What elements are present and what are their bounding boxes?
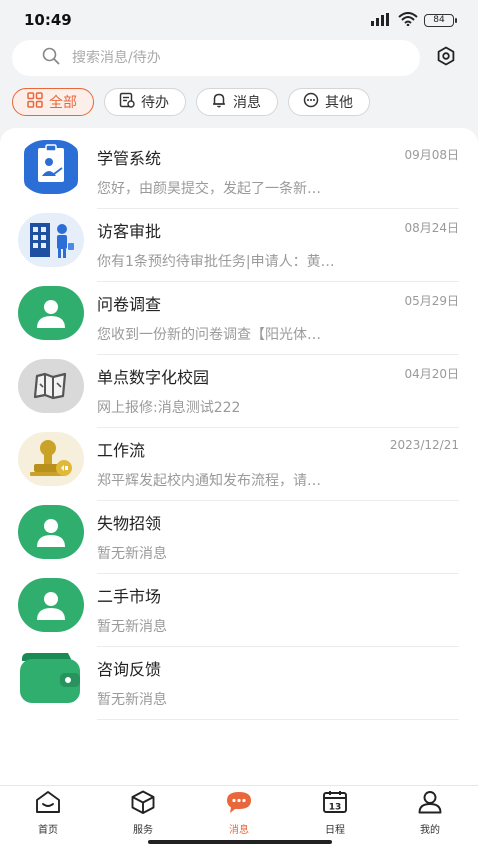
item-date: 2023/12/21 [389,438,459,452]
wifi-icon [398,11,418,30]
item-preview: 网上报修:消息测试222 [97,400,241,416]
search-box[interactable] [12,40,420,76]
message-list: 学管系统 09月08日 您好，由颜昊提交，发起了一条新… 访客审批 08月24日… [0,128,478,785]
status-bar: 10:49 84 [0,0,478,40]
user-icon [18,578,84,632]
item-title: 问卷调查 [97,295,162,314]
battery-icon: 84 [424,13,457,27]
home-indicator [148,840,332,844]
search-input[interactable] [72,50,392,66]
settings-button[interactable] [434,46,458,70]
item-title: 访客审批 [97,222,162,241]
visitor-icon [18,213,84,267]
filter-chip-label: 其他 [325,95,353,111]
item-title: 单点数字化校园 [97,368,210,387]
item-preview: 暂无新消息 [97,619,167,635]
filter-chip-todo[interactable]: 待办 [104,88,186,116]
divider [97,719,459,720]
list-item-visitor-approval[interactable]: 访客审批 08月24日 你有1条预约待审批任务|申请人：黄… [0,209,478,282]
tab-home[interactable]: 首页 [18,790,78,836]
item-preview: 暂无新消息 [97,692,167,708]
list-item-second-hand-market[interactable]: 二手市场 暂无新消息 [0,574,478,647]
search-icon [42,47,60,69]
tab-profile[interactable]: 我的 [400,790,460,836]
item-preview: 你有1条预约待审批任务|申请人：黄… [97,254,335,270]
svg-text:13: 13 [329,803,342,813]
item-date: 05月29日 [404,294,459,308]
filter-chip-all[interactable]: 全部 [12,88,94,116]
tab-label: 服务 [133,825,153,836]
user-icon [18,286,84,340]
search-row [12,40,466,76]
item-preview: 暂无新消息 [97,546,167,562]
tab-label: 首页 [38,825,58,836]
gear-icon [436,46,456,70]
list-item-lost-and-found[interactable]: 失物招领 暂无新消息 [0,501,478,574]
tab-schedule[interactable]: 13 日程 [305,790,365,836]
signal-icon [370,11,392,30]
tab-label: 我的 [420,825,440,836]
filter-row: 全部 待办 消息 其他 [12,88,370,116]
item-title: 失物招领 [97,514,162,533]
more-icon [303,92,319,112]
item-preview: 您好，由颜昊提交，发起了一条新… [97,181,321,197]
filter-chip-label: 全部 [49,95,77,111]
tab-services[interactable]: 服务 [113,790,173,836]
cube-icon [130,790,156,818]
list-item-workflow[interactable]: 工作流 2023/12/21 郑平辉发起校内通知发布流程，请… [0,428,478,501]
item-title: 二手市场 [97,587,162,606]
list-item-feedback[interactable]: 咨询反馈 暂无新消息 [0,647,478,720]
item-date: 04月20日 [404,367,459,381]
item-title: 学管系统 [97,149,162,168]
filter-chip-messages[interactable]: 消息 [196,88,278,116]
list-item-student-management[interactable]: 学管系统 09月08日 您好，由颜昊提交，发起了一条新… [0,136,478,209]
filter-chip-label: 待办 [141,95,169,111]
tab-messages[interactable]: 消息 [209,790,269,836]
item-date: 08月24日 [404,221,459,235]
map-icon [18,359,84,413]
filter-chip-label: 消息 [233,95,261,111]
item-preview: 您收到一份新的问卷调查【阳光体… [97,327,321,343]
item-date: 09月08日 [404,148,459,162]
tab-label: 消息 [229,825,249,836]
todo-icon [119,92,135,112]
status-icons: 84 [370,11,457,30]
student-management-icon [18,140,84,194]
stamp-icon [18,432,84,486]
user-icon [18,505,84,559]
filter-chip-other[interactable]: 其他 [288,88,370,116]
item-preview: 郑平辉发起校内通知发布流程，请… [97,473,321,489]
item-title: 工作流 [97,441,146,460]
grid-icon [27,92,43,112]
calendar-icon: 13 [322,790,348,818]
item-title: 咨询反馈 [97,660,162,679]
list-item-digital-campus[interactable]: 单点数字化校园 04月20日 网上报修:消息测试222 [0,355,478,428]
home-icon [35,790,61,818]
profile-icon [417,790,443,818]
bell-icon [211,92,227,112]
wallet-icon [18,651,84,705]
status-time: 10:49 [24,11,72,29]
chat-icon [225,790,253,818]
list-item-survey[interactable]: 问卷调查 05月29日 您收到一份新的问卷调查【阳光体… [0,282,478,355]
tab-label: 日程 [325,825,345,836]
